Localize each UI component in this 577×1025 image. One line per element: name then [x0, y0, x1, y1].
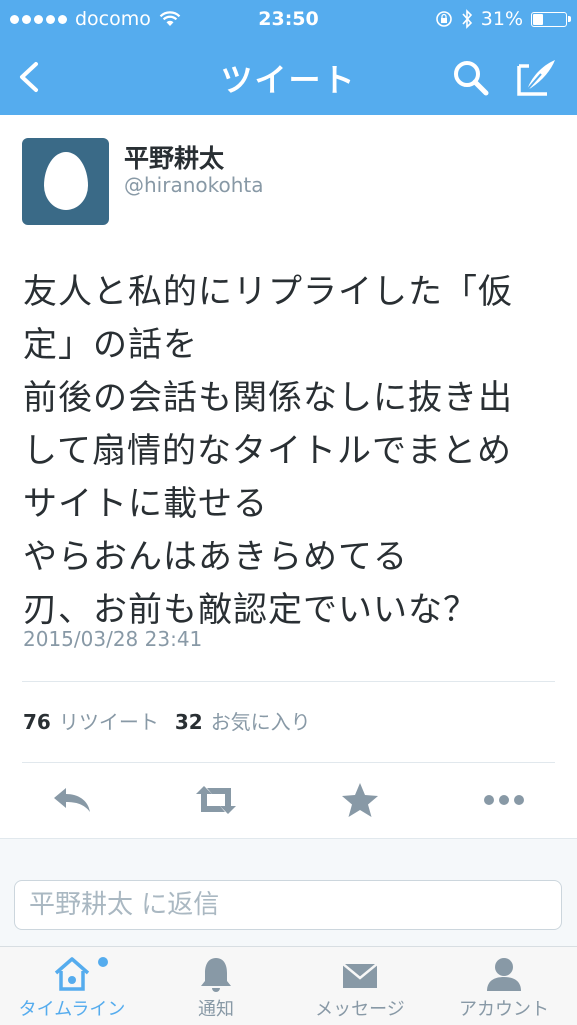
bell-icon	[201, 958, 231, 992]
tweet-timestamp: 2015/03/28 23:41	[23, 627, 203, 651]
header: docomo 23:50 31% ツイート	[0, 0, 577, 115]
tab-bar: タイムライン 通知 メッセージ アカウント	[0, 946, 577, 1025]
battery-percentage: 31%	[480, 8, 523, 30]
search-icon[interactable]	[450, 58, 492, 98]
favorite-label[interactable]: お気に入り	[211, 706, 311, 735]
navigation-bar: ツイート	[0, 40, 577, 115]
tweet-stats: 76 リツイート 32 お気に入り	[23, 706, 327, 735]
more-icon[interactable]	[480, 780, 528, 820]
reply-icon[interactable]	[48, 780, 96, 820]
favorite-star-icon[interactable]	[336, 780, 384, 820]
retweet-count[interactable]: 76	[23, 710, 51, 734]
display-name[interactable]: 平野耕太	[124, 139, 224, 175]
envelope-icon	[342, 963, 378, 988]
compose-icon[interactable]	[515, 56, 559, 98]
new-tweets-indicator	[98, 957, 108, 967]
battery-icon	[531, 11, 571, 27]
retweet-label[interactable]: リツイート	[59, 706, 159, 735]
tweet-text: 友人と私的にリプライした「仮 定」の話を 前後の会話も関係なしに抜き出 して扇情…	[23, 272, 513, 630]
status-bar: docomo 23:50 31%	[0, 0, 577, 38]
reply-input[interactable]: 平野耕太 に返信	[14, 880, 562, 930]
tweet-actions	[0, 768, 577, 832]
person-icon	[487, 958, 521, 991]
default-egg-avatar-icon	[44, 152, 88, 210]
divider	[22, 762, 555, 763]
tab-label: 通知	[198, 999, 234, 1020]
tab-timeline[interactable]: タイムライン	[0, 947, 144, 1025]
tab-label: アカウント	[459, 999, 549, 1020]
tab-label: タイムライン	[18, 999, 126, 1020]
rotation-lock-icon	[435, 11, 452, 27]
home-icon	[54, 957, 90, 991]
tab-label: メッセージ	[315, 999, 405, 1020]
retweet-icon[interactable]	[192, 780, 240, 820]
user-handle[interactable]: @hiranokohta	[124, 173, 264, 197]
tab-notifications[interactable]: 通知	[144, 947, 288, 1025]
divider	[22, 681, 555, 682]
favorite-count[interactable]: 32	[175, 710, 203, 734]
reply-composer: 平野耕太 に返信	[0, 838, 577, 947]
tab-messages[interactable]: メッセージ	[288, 947, 432, 1025]
avatar[interactable]	[22, 138, 109, 225]
tab-account[interactable]: アカウント	[432, 947, 576, 1025]
bluetooth-icon	[462, 9, 472, 29]
